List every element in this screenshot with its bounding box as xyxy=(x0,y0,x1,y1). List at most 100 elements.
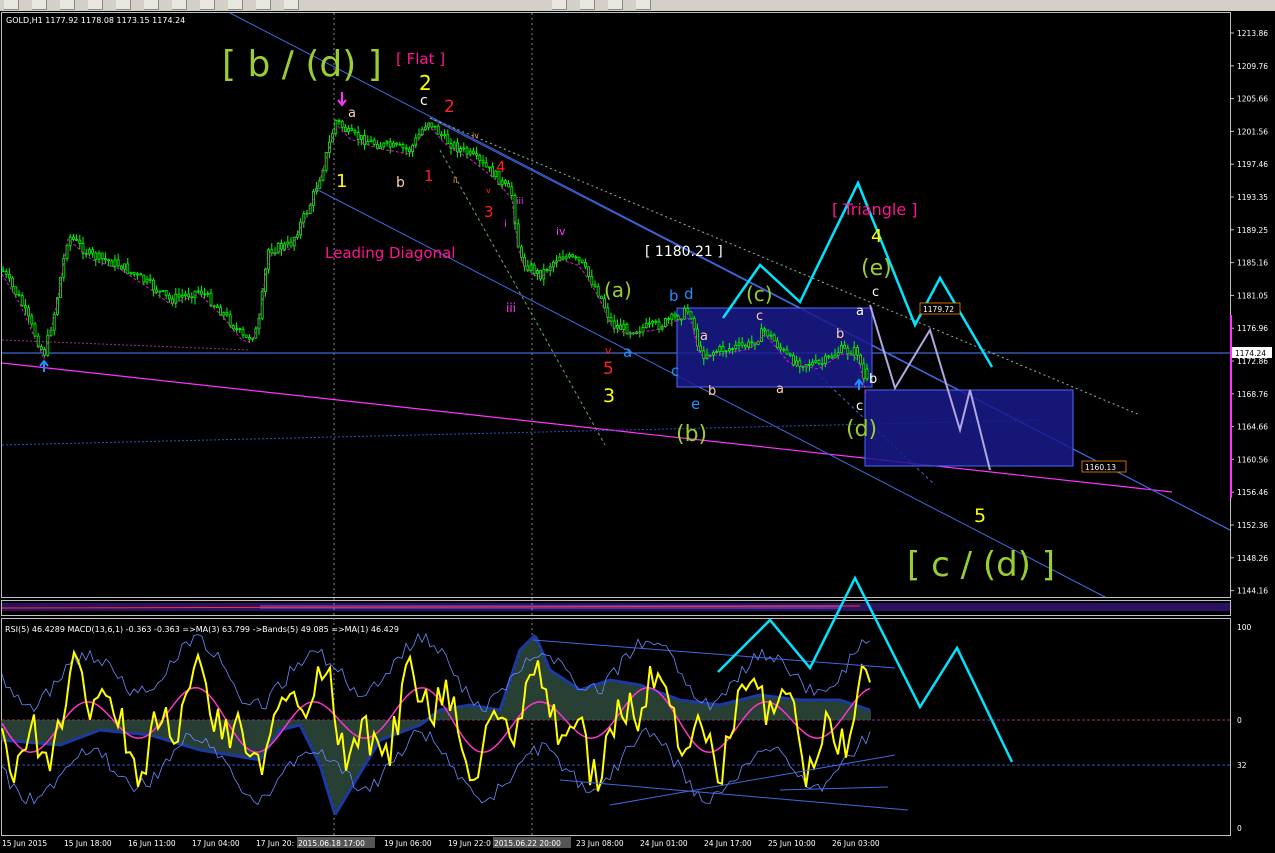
candle-body xyxy=(856,347,859,356)
candle-body xyxy=(532,264,536,275)
time-axis-label: 24 Jun 17:00 xyxy=(704,839,752,848)
time-axis-label: 26 Jun 03:00 xyxy=(832,839,880,848)
candle-body xyxy=(811,361,814,366)
wave-label-b-paren: (b) xyxy=(676,422,707,447)
current-price-label: 1174.24 xyxy=(1235,349,1266,358)
price-chart[interactable]: 1179.72 1160.13 GOLD,H1 1177.92 1178.08 … xyxy=(0,0,1275,853)
candle-body xyxy=(4,271,8,275)
candle-body xyxy=(231,325,235,330)
target-box[interactable] xyxy=(864,389,1074,467)
wave-label-price-1180: [ 1180.21 ] xyxy=(645,244,723,260)
candle-body xyxy=(836,352,840,356)
candle-body xyxy=(785,349,789,355)
candle-body xyxy=(379,146,383,150)
price-axis-label: 1205.66 xyxy=(1237,95,1268,104)
wave-label-iv-mid: iv xyxy=(556,225,566,238)
candle-body xyxy=(196,290,200,293)
candle-body xyxy=(468,150,472,155)
candle-body xyxy=(772,334,776,342)
wave-label-5-red: 5 xyxy=(603,359,614,379)
wave-label-b-white2: b xyxy=(836,327,844,342)
candle-body xyxy=(430,122,434,128)
candle-body xyxy=(622,323,626,330)
candle-body xyxy=(225,312,229,316)
candle-body xyxy=(827,355,830,358)
candle-body xyxy=(171,298,175,304)
candle-body xyxy=(116,259,120,267)
candle-body xyxy=(689,311,693,320)
chart-header: GOLD,H1 1177.92 1178.08 1173.15 1174.24 xyxy=(6,16,185,25)
wave-label-b-blue: b xyxy=(669,287,679,305)
candle-body xyxy=(23,305,27,309)
candle-body xyxy=(840,345,843,354)
candle-body xyxy=(491,166,495,178)
candle-body xyxy=(471,150,475,155)
candle-body xyxy=(193,290,197,299)
candle-body xyxy=(612,320,616,329)
candle-body xyxy=(206,292,210,295)
price-axis-label: 1213.86 xyxy=(1237,29,1268,38)
time-axis-label: 23 Jun 08:00 xyxy=(576,839,624,848)
candle-body xyxy=(443,134,447,137)
candle-body xyxy=(564,256,568,260)
wave-label-c-top: c xyxy=(420,93,428,109)
wave-label-a-white3: a xyxy=(856,304,864,319)
candle-body xyxy=(283,243,287,250)
time-axis-label: 2015.06.22 20:00 xyxy=(494,839,561,848)
wave-label-b-white: b xyxy=(396,175,405,191)
candle-body xyxy=(311,191,315,206)
candle-body xyxy=(20,295,24,307)
candle-body xyxy=(750,341,754,344)
candle-body xyxy=(391,142,395,148)
candle-body xyxy=(699,345,702,352)
candle-body xyxy=(107,259,110,262)
time-axis-label: 16 Jun 11:00 xyxy=(128,839,176,848)
candle-body xyxy=(859,354,862,365)
candle-body xyxy=(302,213,306,223)
wave-label-c-white3: c xyxy=(856,399,863,414)
candle-body xyxy=(616,325,619,329)
candle-body xyxy=(215,305,219,309)
candle-body xyxy=(17,294,21,297)
candle-body xyxy=(763,328,766,331)
candle-body xyxy=(561,256,565,260)
wave-label-4-yellow: 4 xyxy=(871,226,882,247)
candle-body xyxy=(27,307,31,317)
candle-body xyxy=(388,141,392,148)
candle-body xyxy=(52,313,56,331)
price-axis: 1213.86 1209.76 1205.66 1201.56 1197.46 1193.… xyxy=(1230,29,1268,596)
candle-body xyxy=(120,265,123,270)
price-tag-lower: 1160.13 xyxy=(1085,463,1116,472)
price-axis-label: 1181.05 xyxy=(1237,291,1268,300)
candle-body xyxy=(779,347,782,350)
wave-label-d-paren: (d) xyxy=(846,417,877,442)
wave-label-c-paren: (c) xyxy=(746,282,773,306)
candle-body xyxy=(30,315,34,325)
wave-label-ii-small: ii xyxy=(453,176,457,185)
wave-label-b-d: [ b / (d) ] xyxy=(222,44,382,85)
wave-label-c-d: [ c / (d) ] xyxy=(907,545,1055,585)
candle-body xyxy=(574,256,578,259)
candle-body xyxy=(536,270,539,275)
candle-body xyxy=(648,322,651,325)
candle-body xyxy=(401,144,405,149)
candle-body xyxy=(587,266,590,277)
candle-body xyxy=(7,274,11,279)
candle-body xyxy=(571,254,574,258)
candle-body xyxy=(728,348,731,352)
candle-body xyxy=(744,344,747,348)
candle-body xyxy=(222,312,226,316)
candle-body xyxy=(36,335,40,347)
candle-body xyxy=(337,119,341,122)
candle-body xyxy=(724,350,728,353)
time-axis-label: 19 Jun 22:0 xyxy=(448,839,491,848)
price-axis-label: 1201.56 xyxy=(1237,127,1268,136)
candle-body xyxy=(673,313,677,317)
candle-body xyxy=(500,180,504,186)
candle-body xyxy=(158,290,162,293)
candle-body xyxy=(75,239,78,241)
candle-body xyxy=(657,321,661,330)
candle-body xyxy=(446,134,450,145)
wave-label-a-paren: (a) xyxy=(604,278,632,302)
candle-body xyxy=(568,254,571,258)
